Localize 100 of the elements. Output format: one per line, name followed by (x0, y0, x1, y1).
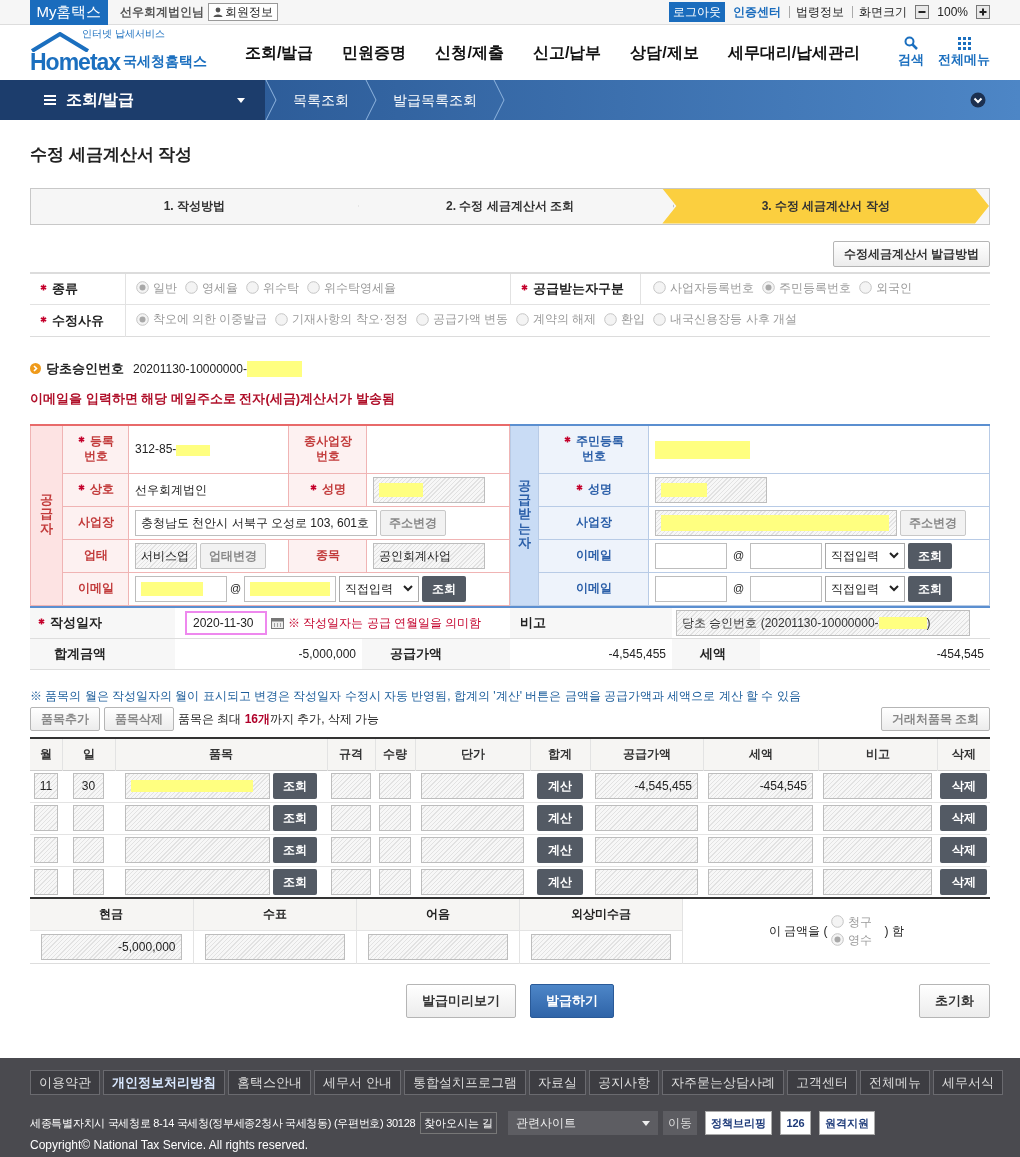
input-field[interactable] (421, 773, 524, 799)
input-field[interactable]: 공인회계사업 (373, 542, 485, 569)
date-field[interactable]: 2020-11-30 (185, 610, 267, 635)
lookup-button[interactable]: 조회 (273, 868, 317, 895)
input-field[interactable]: 11 (34, 773, 58, 799)
related-sites-select[interactable]: 관련사이트 (508, 1111, 659, 1135)
banner-button[interactable]: 원격지원 (818, 1111, 875, 1135)
input-field[interactable]: 서비스업 (135, 542, 197, 569)
footer-link[interactable]: 홈택스안내 (228, 1070, 311, 1095)
footer-link[interactable]: 고객센터 (786, 1070, 857, 1095)
all-menu-label[interactable]: 전체메뉴 (938, 49, 990, 70)
lookup-button[interactable]: 조회 (908, 542, 953, 569)
search-label[interactable]: 검색 (898, 49, 924, 70)
input-field[interactable] (34, 868, 58, 895)
logout-button[interactable]: 로그아웃 (669, 2, 726, 22)
lookup-button[interactable]: 조회 (273, 837, 317, 863)
go-button[interactable]: 이동 (663, 1111, 698, 1135)
radio-button[interactable] (858, 281, 872, 294)
input-field[interactable] (750, 542, 823, 569)
breadcrumb-item[interactable]: 목록조회 (277, 89, 365, 111)
input-field[interactable] (379, 837, 411, 863)
radio-button[interactable] (604, 312, 618, 326)
calculate-button[interactable]: 계산 (537, 805, 583, 831)
select-field[interactable]: 직접입력 (825, 542, 906, 569)
calculate-button[interactable]: 계산 (537, 868, 583, 895)
reset-button[interactable]: 초기화 (919, 983, 990, 1018)
footer-link[interactable]: 개인정보처리방침 (103, 1070, 225, 1095)
footer-link[interactable]: 통합설치프로그램 (403, 1070, 526, 1095)
directions-button[interactable]: 찾아오시는 길 (420, 1112, 498, 1134)
select-field[interactable]: 직접입력 (339, 575, 420, 602)
footer-link[interactable]: 세무서식 (932, 1070, 1003, 1095)
main-menu-item[interactable]: 조회/발급 (245, 40, 314, 65)
input-field[interactable] (125, 868, 270, 895)
input-field[interactable]: -4,545,455 (595, 773, 698, 799)
grid-menu-icon[interactable] (957, 36, 971, 50)
delete-button[interactable]: 삭제 (940, 868, 987, 895)
input-field[interactable] (655, 575, 727, 602)
input-field[interactable]: 당초 승인번호 (20201130-10000000- ) (676, 609, 970, 636)
input-field[interactable] (655, 476, 767, 503)
issue-button[interactable]: 발급하기 (530, 983, 614, 1018)
input-field[interactable] (595, 837, 698, 863)
delete-button[interactable]: 삭제 (940, 773, 987, 799)
logo[interactable]: Hometax (30, 49, 121, 75)
input-field[interactable] (595, 805, 698, 831)
footer-link[interactable]: 전체메뉴 (859, 1070, 930, 1095)
input-field[interactable] (530, 933, 671, 960)
input-field[interactable] (34, 837, 58, 863)
calculate-button[interactable]: 계산 (537, 773, 583, 799)
main-menu-item[interactable]: 민원증명 (342, 40, 407, 65)
input-field[interactable] (421, 805, 524, 831)
banner-button[interactable]: 126 (780, 1111, 811, 1135)
input-field[interactable]: 30 (73, 773, 104, 799)
input-field[interactable] (379, 805, 411, 831)
input-field[interactable] (73, 837, 104, 863)
radio-button[interactable] (275, 312, 289, 326)
footer-link[interactable]: 자주묻는상담사례 (661, 1070, 784, 1095)
radio-button[interactable] (245, 281, 259, 294)
guide-button[interactable]: 수정세금계산서 발급방법 (832, 240, 990, 267)
lookup-button[interactable]: 조회 (273, 773, 317, 799)
delete-button[interactable]: 삭제 (940, 837, 987, 863)
input-field[interactable] (823, 837, 932, 863)
top-link[interactable]: 화면크기 (852, 6, 908, 18)
zoom-in-icon[interactable] (976, 5, 990, 19)
radio-button[interactable] (652, 281, 666, 294)
input-field[interactable] (373, 476, 485, 503)
input-field[interactable] (708, 837, 813, 863)
input-field[interactable] (73, 868, 104, 895)
main-menu-item[interactable]: 신청/제출 (435, 40, 504, 65)
calculate-button[interactable]: 계산 (537, 837, 583, 863)
input-field[interactable] (331, 868, 371, 895)
input-field[interactable] (34, 805, 58, 831)
radio-button[interactable] (415, 312, 429, 326)
radio-button[interactable] (184, 281, 198, 294)
main-menu-item[interactable]: 신고/납부 (532, 40, 602, 65)
input-field[interactable] (823, 805, 932, 831)
input-field[interactable] (421, 837, 524, 863)
input-field[interactable] (135, 575, 227, 602)
radio-button[interactable] (761, 281, 775, 294)
input-field[interactable] (367, 933, 508, 960)
input-field[interactable] (708, 805, 813, 831)
preview-button[interactable]: 발급미리보기 (406, 983, 516, 1018)
radio-button[interactable] (306, 281, 320, 294)
input-field[interactable] (823, 773, 932, 799)
banner-button[interactable]: 정책브리핑 (705, 1111, 773, 1135)
delete-button[interactable]: 삭제 (940, 805, 987, 831)
certificate-center-link[interactable]: 인증센터 (733, 3, 782, 21)
radio-button[interactable] (135, 312, 149, 326)
input-field[interactable] (421, 868, 524, 895)
input-field[interactable]: 충청남도 천안시 서북구 오성로 103, 601호 (135, 509, 377, 536)
select-field[interactable]: 직접입력 (825, 575, 906, 602)
input-field[interactable] (125, 837, 270, 863)
footer-link[interactable]: 자료실 (528, 1070, 586, 1095)
search-icon[interactable] (904, 35, 918, 50)
member-info-button[interactable]: 회원정보 (208, 3, 278, 21)
input-field[interactable] (125, 805, 270, 831)
input-field[interactable] (595, 868, 698, 895)
top-link[interactable]: 법령정보 (789, 6, 845, 18)
input-field[interactable] (204, 933, 345, 960)
radio-button[interactable] (515, 312, 529, 326)
input-field[interactable] (750, 575, 823, 602)
